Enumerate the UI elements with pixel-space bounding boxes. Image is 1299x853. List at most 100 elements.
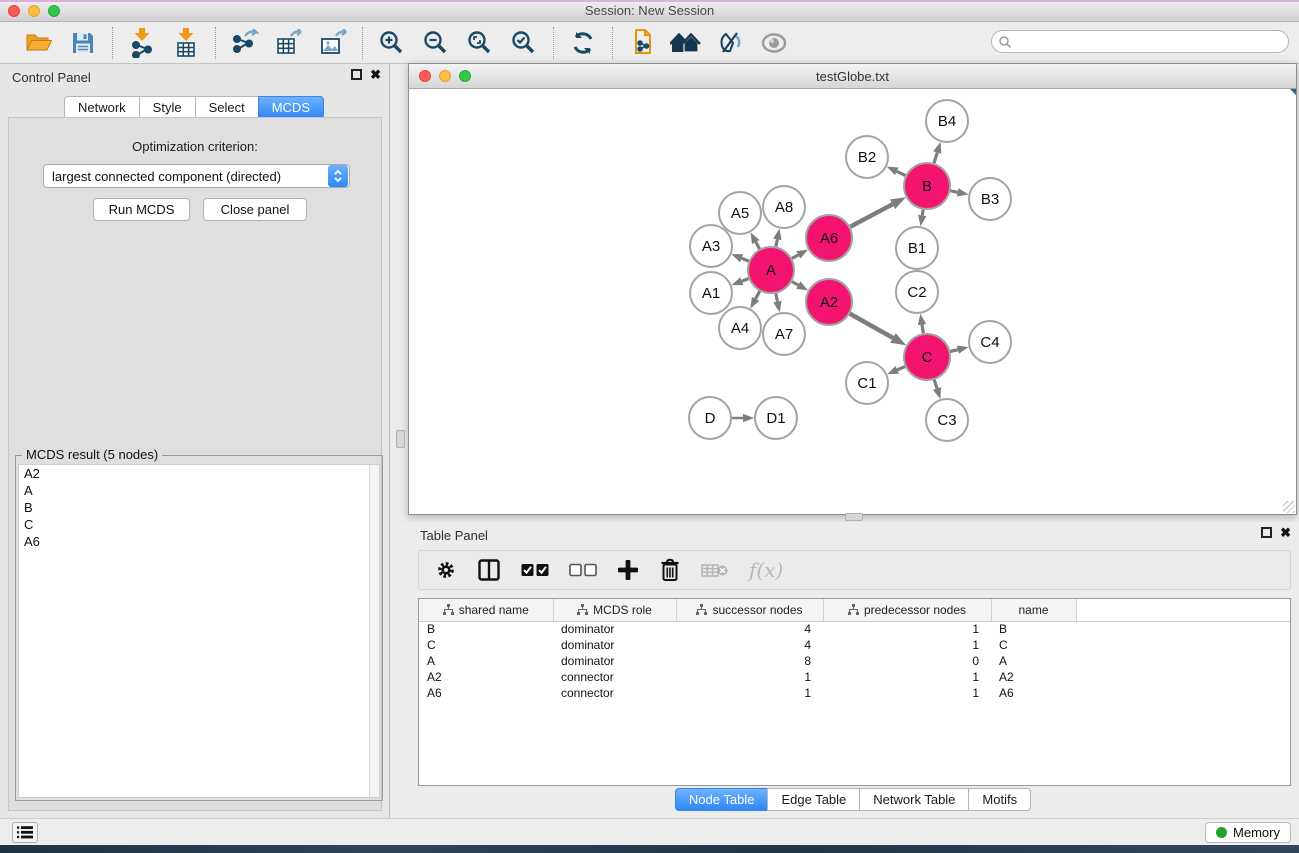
table-cell[interactable]: 1	[823, 621, 991, 637]
node-B1[interactable]: B1	[896, 227, 938, 269]
mcds-result-item[interactable]: B	[19, 499, 379, 516]
node-C4[interactable]: C4	[969, 321, 1011, 363]
select-all-icon[interactable]	[521, 555, 549, 585]
edge-B-B3[interactable]	[951, 191, 958, 192]
node-B4[interactable]: B4	[926, 100, 968, 142]
import-network-icon[interactable]	[123, 26, 161, 60]
zoom-fit-icon[interactable]	[461, 26, 499, 60]
tab-motifs[interactable]: Motifs	[968, 788, 1031, 811]
table-cell[interactable]: C	[419, 637, 553, 653]
edge-A-A2[interactable]	[792, 282, 798, 285]
node-C3[interactable]: C3	[926, 399, 968, 441]
node-D[interactable]: D	[689, 397, 731, 439]
horizontal-divider-handle[interactable]	[845, 513, 863, 521]
tab-style[interactable]: Style	[139, 96, 196, 119]
close-panel-icon[interactable]: ✖	[370, 69, 381, 80]
open-session-icon[interactable]	[20, 26, 58, 60]
network-canvas[interactable]: B4B2BB3B1A5A8A6A3AA1A2C2A4A7CC4C1C3DD1	[409, 89, 1296, 514]
node-A1[interactable]: A1	[690, 272, 732, 314]
import-table-icon[interactable]	[167, 26, 205, 60]
table-cell[interactable]: 1	[823, 669, 991, 685]
table-cell[interactable]: B	[419, 621, 553, 637]
table-cell[interactable]: dominator	[553, 637, 676, 653]
add-row-icon[interactable]	[617, 555, 639, 585]
edge-A-A1[interactable]	[742, 279, 749, 282]
table-cell[interactable]: dominator	[553, 653, 676, 669]
mcds-result-item[interactable]: A2	[19, 465, 379, 482]
export-image-icon[interactable]	[314, 26, 352, 60]
tab-network[interactable]: Network	[64, 96, 140, 119]
tab-edge-table[interactable]: Edge Table	[767, 788, 860, 811]
home-views-icon[interactable]	[667, 26, 705, 60]
node-B[interactable]: B	[904, 163, 950, 209]
show-graphics-details-icon[interactable]	[755, 26, 793, 60]
column-header-predecessor-nodes[interactable]: predecessor nodes	[823, 599, 991, 621]
table-row[interactable]: Adominator80A	[419, 653, 1290, 669]
delete-icon[interactable]	[659, 555, 681, 585]
node-A4[interactable]: A4	[719, 307, 761, 349]
table-row[interactable]: Bdominator41B	[419, 621, 1290, 637]
mcds-result-item[interactable]: A	[19, 482, 379, 499]
table-cell[interactable]: 8	[676, 653, 823, 669]
task-history-button[interactable]	[12, 822, 38, 843]
edge-B-B1[interactable]	[922, 210, 923, 216]
table-cell[interactable]: A2	[991, 669, 1076, 685]
table-cell[interactable]: A2	[419, 669, 553, 685]
table-cell[interactable]: 0	[823, 653, 991, 669]
node-B3[interactable]: B3	[969, 178, 1011, 220]
table-cell[interactable]: connector	[553, 669, 676, 685]
float-table-panel-icon[interactable]	[1261, 527, 1272, 538]
table-cell[interactable]: 4	[676, 621, 823, 637]
table-cell[interactable]: 1	[676, 669, 823, 685]
edge-A-A4[interactable]	[756, 291, 760, 299]
node-A5[interactable]: A5	[719, 192, 761, 234]
vertical-divider-handle[interactable]	[396, 430, 405, 448]
table-cell[interactable]: A6	[991, 685, 1076, 701]
zoom-in-icon[interactable]	[373, 26, 411, 60]
edge-C-C3[interactable]	[934, 380, 937, 389]
table-cell[interactable]: B	[991, 621, 1076, 637]
hide-annotations-icon[interactable]	[711, 26, 749, 60]
column-header-name[interactable]: name	[991, 599, 1076, 621]
tab-mcds[interactable]: MCDS	[258, 96, 324, 119]
node-C1[interactable]: C1	[846, 362, 888, 404]
close-table-panel-icon[interactable]: ✖	[1280, 527, 1291, 538]
node-A7[interactable]: A7	[763, 313, 805, 355]
tab-node-table[interactable]: Node Table	[675, 788, 769, 811]
edge-A2-C[interactable]	[850, 314, 893, 338]
edge-A-A3[interactable]	[742, 258, 749, 261]
column-header-successor-nodes[interactable]: successor nodes	[676, 599, 823, 621]
search-input[interactable]	[1012, 34, 1288, 49]
network-from-document-icon[interactable]	[623, 26, 661, 60]
tab-network-table[interactable]: Network Table	[859, 788, 969, 811]
edge-A-A8[interactable]	[776, 239, 777, 246]
node-C[interactable]: C	[904, 334, 950, 380]
table-cell[interactable]: 4	[676, 637, 823, 653]
resize-grip[interactable]	[1283, 501, 1295, 513]
edge-C-C1[interactable]	[897, 367, 905, 370]
node-A2[interactable]: A2	[806, 279, 852, 325]
edge-C-C2[interactable]	[922, 325, 923, 334]
search-field[interactable]	[991, 30, 1289, 53]
table-row[interactable]: A2connector11A2	[419, 669, 1290, 685]
column-header-MCDS-role[interactable]: MCDS role	[553, 599, 676, 621]
scrollbar-track[interactable]	[369, 465, 379, 797]
table-cell[interactable]: A	[991, 653, 1076, 669]
edge-B-B4[interactable]	[934, 153, 937, 164]
export-network-icon[interactable]	[226, 26, 264, 60]
network-window-titlebar[interactable]: testGlobe.txt	[409, 64, 1296, 89]
edge-B-B2[interactable]	[897, 171, 906, 175]
zoom-out-icon[interactable]	[417, 26, 455, 60]
edge-A-A7[interactable]	[776, 294, 778, 302]
node-D1[interactable]: D1	[755, 397, 797, 439]
node-A[interactable]: A	[748, 247, 794, 293]
app-titlebar[interactable]: Session: New Session	[0, 0, 1299, 22]
memory-button[interactable]: Memory	[1205, 822, 1291, 843]
table-row[interactable]: A6connector11A6	[419, 685, 1290, 701]
node-A6[interactable]: A6	[806, 215, 852, 261]
criterion-select[interactable]: largest connected component (directed)	[43, 164, 350, 188]
node-A8[interactable]: A8	[763, 186, 805, 228]
table-cell[interactable]: 1	[823, 637, 991, 653]
export-table-icon[interactable]	[270, 26, 308, 60]
edge-C-C4[interactable]	[950, 350, 958, 352]
